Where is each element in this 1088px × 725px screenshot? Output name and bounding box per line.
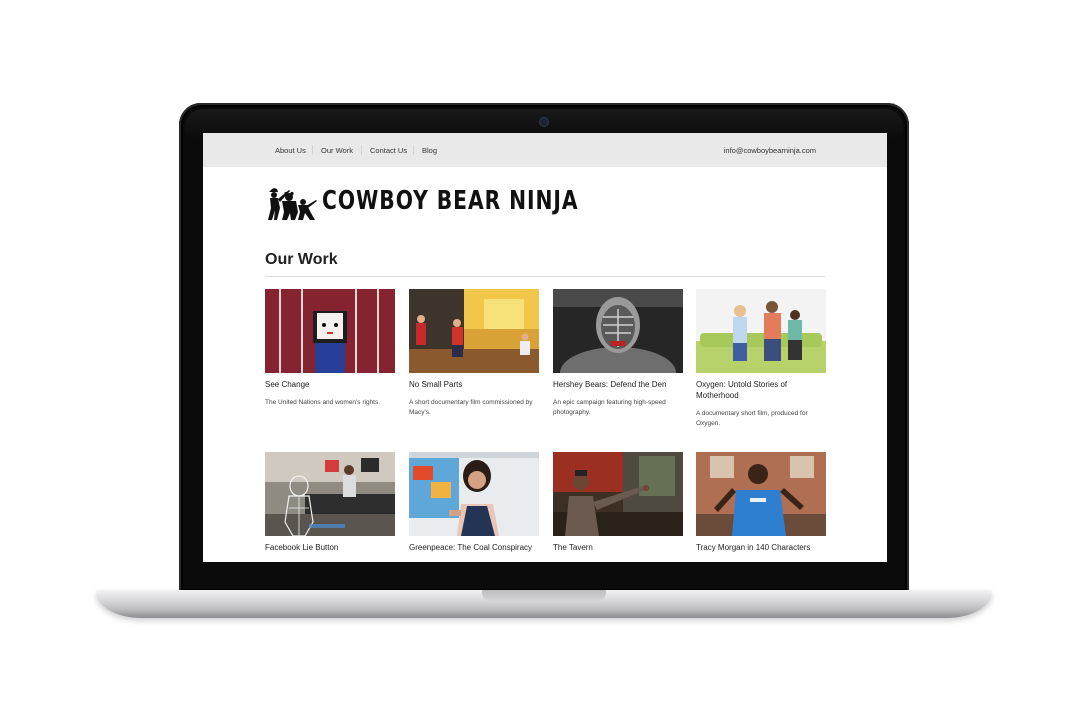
work-description: A documentary short film, produced for O…	[696, 410, 808, 427]
work-thumbnail[interactable]	[553, 452, 683, 536]
work-description: The United Nations and women's rights.	[265, 399, 381, 406]
webcam-icon	[540, 118, 548, 126]
work-title[interactable]: See Change	[265, 379, 395, 390]
contact-email-link[interactable]: info@cowboybearninja.com	[724, 146, 816, 155]
top-navigation-bar: About Us Our Work Contact Us Blog info@c…	[203, 133, 887, 167]
work-title[interactable]: Oxygen: Untold Stories of Motherhood	[696, 379, 826, 401]
title-divider	[265, 276, 825, 277]
work-thumbnail[interactable]	[409, 289, 539, 373]
nav-our-work[interactable]: Our Work	[321, 146, 353, 155]
work-thumbnail[interactable]	[409, 452, 539, 536]
ninja-silhouettes-icon	[268, 188, 317, 220]
site-logo[interactable]: COWBOY BEAR NINJA	[265, 180, 578, 224]
work-title[interactable]: Greenpeace: The Coal Conspiracy	[409, 542, 539, 553]
work-title[interactable]: The Tavern	[553, 542, 683, 553]
laptop-screen: About Us Our Work Contact Us Blog info@c…	[203, 133, 887, 562]
work-title[interactable]: No Small Parts	[409, 379, 539, 390]
work-thumbnail[interactable]	[265, 289, 395, 373]
nav-divider	[312, 145, 313, 155]
nav-contact-us[interactable]: Contact Us	[370, 146, 407, 155]
work-title[interactable]: Hershey Bears: Defend the Den	[553, 379, 683, 390]
work-thumbnail[interactable]	[265, 452, 395, 536]
work-description: An epic campaign featuring high-speed ph…	[553, 399, 666, 416]
work-title[interactable]: Facebook Lie Button	[265, 542, 395, 553]
brand-wordmark: COWBOY BEAR NINJA	[322, 186, 579, 216]
work-thumbnail[interactable]	[696, 289, 826, 373]
work-description: A short documentary film commissioned by…	[409, 399, 533, 416]
work-thumbnail[interactable]	[553, 289, 683, 373]
nav-about-us[interactable]: About Us	[275, 146, 306, 155]
work-title[interactable]: Tracy Morgan in 140 Characters	[696, 542, 826, 553]
work-thumbnail[interactable]	[696, 452, 826, 536]
nav-divider	[361, 145, 362, 155]
nav-blog[interactable]: Blog	[422, 146, 437, 155]
laptop-opening-notch	[482, 590, 606, 602]
nav-divider	[413, 145, 414, 155]
page-title: Our Work	[265, 251, 338, 268]
